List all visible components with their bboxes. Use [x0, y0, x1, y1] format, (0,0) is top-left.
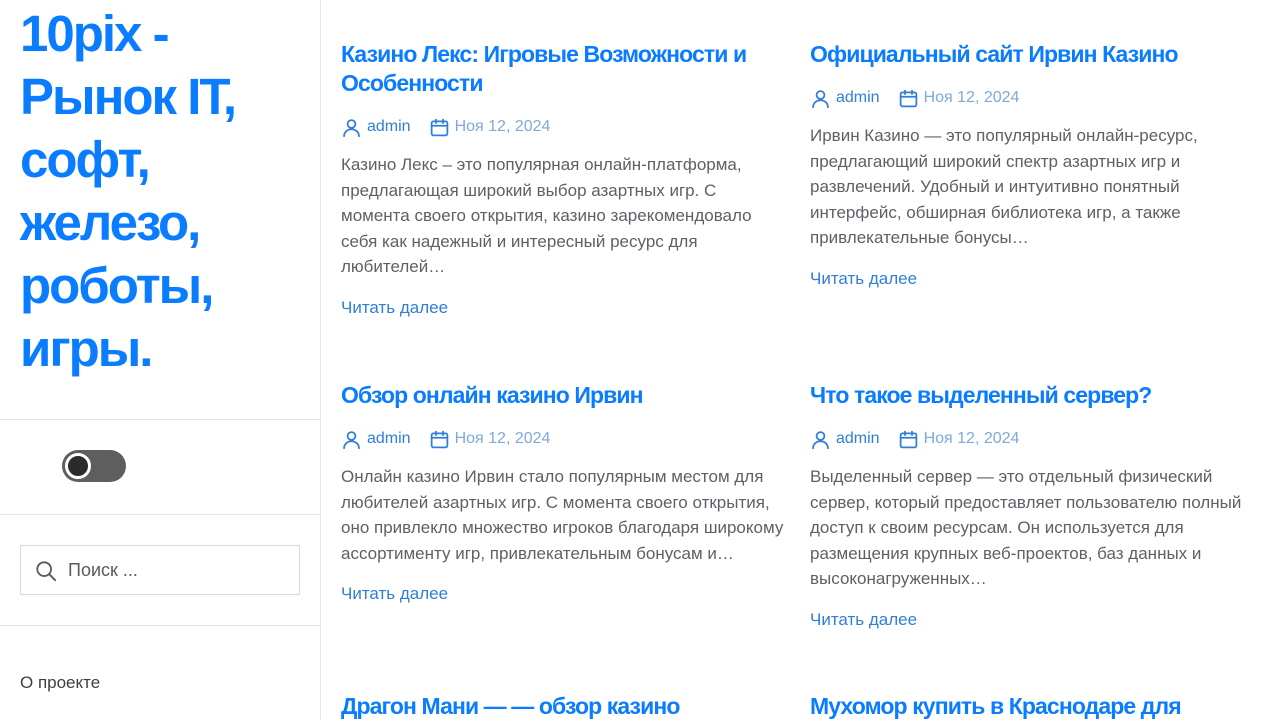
post-date-text: Ноя 12, 2024: [454, 430, 551, 447]
post-author[interactable]: admin: [810, 88, 880, 109]
post-card: Обзор онлайн казино Ирвин admin Ноя 12, …: [341, 381, 791, 604]
post-author[interactable]: admin: [810, 429, 880, 450]
read-more-link[interactable]: Читать далее: [810, 269, 917, 289]
dark-mode-toggle[interactable]: [62, 450, 126, 482]
calendar-icon: [430, 430, 448, 448]
read-more-link[interactable]: Читать далее: [810, 610, 917, 630]
user-icon: [343, 118, 360, 137]
post-date: Ноя 12, 2024: [429, 429, 551, 450]
user-icon: [812, 430, 829, 449]
post-card: Мухомор купить в Краснодаре для: [810, 692, 1260, 721]
post-date-text: Ноя 12, 2024: [923, 430, 1020, 447]
post-author[interactable]: admin: [341, 117, 411, 138]
calendar-icon: [899, 89, 917, 107]
sidebar-divider: [0, 625, 320, 626]
post-meta: admin Ноя 12, 2024: [810, 86, 1260, 110]
post-title[interactable]: Что такое выделенный сервер?: [810, 381, 1260, 410]
post-card: Что такое выделенный сервер? admin Ноя 1…: [810, 381, 1260, 630]
user-icon: [343, 430, 360, 449]
sidebar-divider: [0, 514, 320, 515]
toggle-knob: [65, 453, 91, 479]
post-card: Драгон Мани — — обзор казино: [341, 692, 791, 721]
post-meta: admin Ноя 12, 2024: [341, 115, 791, 139]
read-more-link[interactable]: Читать далее: [341, 298, 448, 318]
search-box: [20, 545, 300, 595]
post-excerpt: Выделенный сервер — это отдельный физиче…: [810, 467, 1242, 588]
post-date-text: Ноя 12, 2024: [454, 118, 551, 135]
post-excerpt: Казино Лекс – это популярная онлайн-плат…: [341, 155, 752, 276]
search-icon: [36, 561, 57, 582]
post-meta: admin Ноя 12, 2024: [341, 427, 791, 451]
calendar-icon: [899, 430, 917, 448]
post-title[interactable]: Официальный сайт Ирвин Казино: [810, 40, 1260, 69]
post-date: Ноя 12, 2024: [898, 429, 1020, 450]
post-author-name: admin: [836, 430, 880, 447]
post-date: Ноя 12, 2024: [898, 88, 1020, 109]
post-author-name: admin: [836, 89, 880, 106]
user-icon: [812, 89, 829, 108]
post-title[interactable]: Мухомор купить в Краснодаре для: [810, 692, 1260, 721]
post-title[interactable]: Драгон Мани — — обзор казино: [341, 692, 791, 721]
post-date: Ноя 12, 2024: [429, 117, 551, 138]
post-author-name: admin: [367, 118, 411, 135]
site-title[interactable]: 10pix - Рынок IT, софт, железо, роботы, …: [20, 2, 310, 380]
post-date-text: Ноя 12, 2024: [923, 89, 1020, 106]
menu-item-about[interactable]: О проекте: [20, 673, 100, 693]
search-input[interactable]: [66, 546, 291, 594]
post-title[interactable]: Обзор онлайн казино Ирвин: [341, 381, 791, 410]
post-meta: admin Ноя 12, 2024: [810, 427, 1260, 451]
post-author[interactable]: admin: [341, 429, 411, 450]
post-title[interactable]: Казино Лекс: Игровые Возможности и Особе…: [341, 40, 791, 98]
sidebar-divider: [0, 419, 320, 420]
read-more-link[interactable]: Читать далее: [341, 584, 448, 604]
post-card: Официальный сайт Ирвин Казино admin Ноя …: [810, 40, 1260, 289]
post-excerpt: Онлайн казино Ирвин стало популярным мес…: [341, 467, 784, 563]
post-excerpt: Ирвин Казино — это популярный онлайн-рес…: [810, 126, 1198, 247]
sidebar: 10pix - Рынок IT, софт, железо, роботы, …: [0, 0, 321, 720]
post-card: Казино Лекс: Игровые Возможности и Особе…: [341, 40, 791, 318]
post-author-name: admin: [367, 430, 411, 447]
calendar-icon: [430, 118, 448, 136]
